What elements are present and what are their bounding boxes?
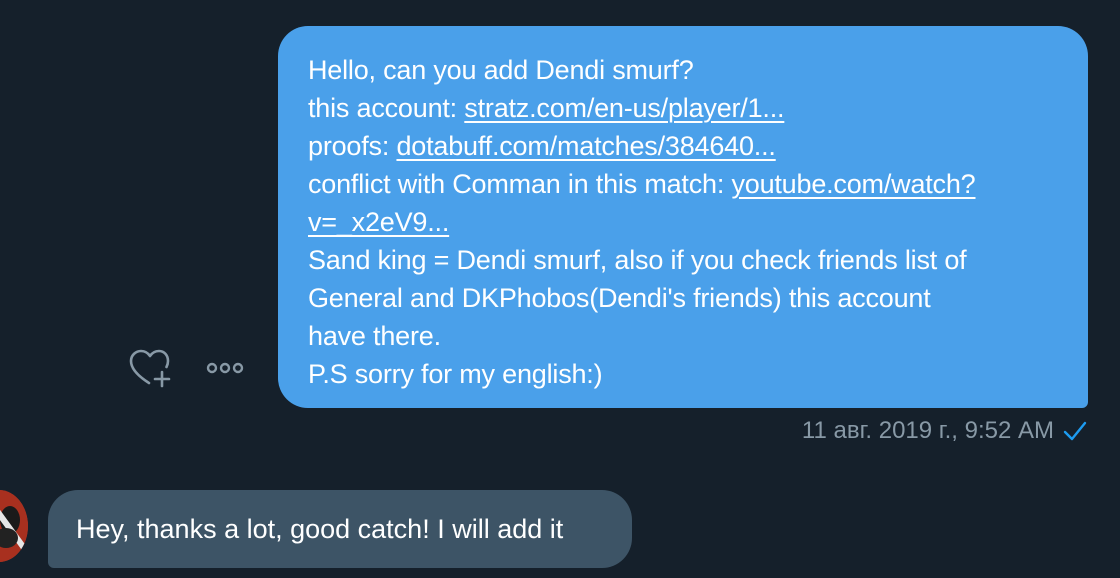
avatar[interactable] [0, 490, 28, 562]
message-line: proofs: dotabuff.com/matches/384640... [308, 127, 1058, 165]
dm-conversation: Hello, can you add Dendi smurf? this acc… [0, 0, 1120, 578]
message-line: P.S sorry for my english:) [308, 359, 603, 389]
line-prefix: proofs: [308, 131, 397, 161]
message-line: General and DKPhobos(Dendi's friends) th… [308, 283, 931, 313]
checkmark-icon [1063, 421, 1087, 441]
message-line: Hello, can you add Dendi smurf? [308, 55, 694, 85]
youtube-link[interactable]: youtube.com/watch? [731, 169, 975, 199]
youtube-link-continued[interactable]: v=_x2eV9... [308, 207, 449, 237]
message-timestamp: 11 авг. 2019 г., 9:52 AM [801, 417, 1054, 444]
message-line: Sand king = Dendi smurf, also if you che… [308, 245, 967, 275]
received-message-bubble[interactable]: Hey, thanks a lot, good catch! I will ad… [48, 490, 632, 568]
more-dots-icon[interactable] [204, 358, 248, 378]
heart-plus-icon[interactable] [128, 346, 174, 390]
dotabuff-link[interactable]: dotabuff.com/matches/384640... [396, 131, 775, 161]
message-actions [128, 346, 258, 390]
message-timestamp-row: 11 авг. 2019 г., 9:52 AM [802, 416, 1088, 446]
sent-message-bubble[interactable]: Hello, can you add Dendi smurf? this acc… [278, 26, 1088, 408]
message-line: conflict with Comman in this match: yout… [308, 165, 1058, 203]
message-line: this account: stratz.com/en-us/player/1.… [308, 89, 1058, 127]
received-message-text: Hey, thanks a lot, good catch! I will ad… [76, 513, 564, 544]
stratz-link[interactable]: stratz.com/en-us/player/1... [464, 93, 784, 123]
line-prefix: conflict with Comman in this match: [308, 169, 732, 199]
avatar-image [0, 490, 28, 562]
message-line: have there. [308, 321, 441, 351]
message-line: v=_x2eV9... [308, 203, 1058, 241]
line-prefix: this account: [308, 93, 465, 123]
